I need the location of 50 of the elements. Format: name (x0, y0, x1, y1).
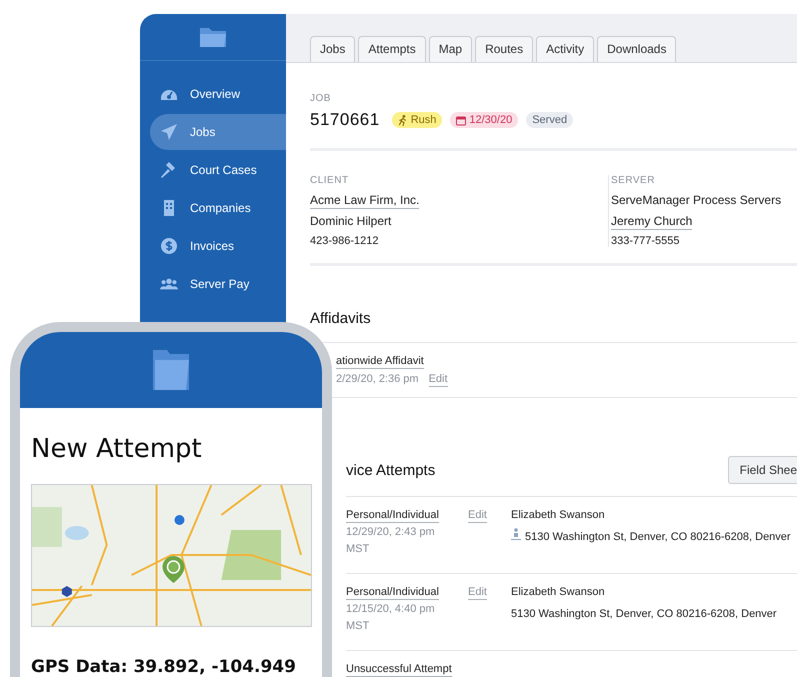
gavel-icon (160, 161, 178, 179)
sidebar-item[interactable]: Invoices (150, 228, 286, 264)
paper-plane-icon (160, 123, 178, 141)
person-pin-icon (511, 528, 521, 540)
attempt-type-link[interactable]: Personal/Individual (346, 586, 439, 600)
sidebar-item[interactable]: Jobs (150, 114, 286, 150)
section-title: vice Attempts (346, 462, 436, 478)
section-label: JOB (310, 93, 332, 104)
tab[interactable]: Downloads (597, 36, 676, 62)
sidebar-item[interactable]: Court Cases (150, 152, 286, 188)
job-number: 5170661 (310, 110, 380, 130)
calendar-icon (456, 114, 466, 126)
status-badge: 12/30/20 (450, 112, 518, 128)
tab[interactable]: Attempts (358, 36, 426, 62)
recipient-name: Elizabeth Swanson (511, 586, 606, 598)
recipient-name: Elizabeth Swanson (511, 509, 606, 521)
folder-icon (151, 348, 191, 392)
status-badge: Served (526, 112, 574, 128)
field-sheet-button[interactable]: Field Shee (728, 456, 797, 484)
section-label: CLIENT (310, 175, 350, 186)
time-zone: MST (346, 620, 370, 632)
attempt-type-link[interactable]: Personal/Individual (346, 509, 439, 523)
sidebar-item[interactable]: Overview (150, 76, 286, 112)
company-link[interactable]: Acme Law Firm, Inc. (310, 193, 420, 209)
affidavit-date: 2/29/20, 2:36 pm (336, 373, 419, 387)
phone-number: 333-777-5555 (611, 235, 681, 247)
folder-icon (198, 25, 228, 49)
tab[interactable]: Jobs (310, 36, 356, 62)
section-label: SERVER (611, 175, 656, 186)
company-name: ServeManager Process Servers (611, 193, 782, 207)
attempt-address: 5130 Washington St, Denver, CO 80216-6208, Denver (511, 608, 777, 620)
attempt-date: 12/29/20, 2:43 pm (346, 526, 436, 538)
tab[interactable]: Map (428, 36, 472, 62)
sidebar-item[interactable]: Companies (150, 190, 286, 226)
phone-number: 423-986-1212 (310, 235, 380, 247)
tab[interactable]: Routes (475, 36, 534, 62)
time-zone: MST (346, 543, 370, 555)
affidavit-link[interactable]: ationwide Affidavit (336, 355, 424, 369)
attempt-address: 5130 Washington St, Denver, CO 80216-6208, Denver (525, 531, 791, 543)
running-person-icon (398, 114, 408, 126)
dollar-coin-icon (160, 237, 178, 255)
status-badge: Rush (392, 112, 442, 128)
contact-name: Dominic Hilpert (310, 214, 392, 228)
page-title: New Attempt (31, 434, 203, 464)
tab[interactable]: Activity (536, 36, 594, 62)
contact-link[interactable]: Jeremy Church (611, 214, 692, 230)
attempt-date: 12/15/20, 4:40 pm (346, 603, 436, 615)
attempt-type-link[interactable]: Unsuccessful Attempt (346, 663, 452, 677)
sidebar-item[interactable]: Server Pay (150, 266, 286, 302)
gps-data: GPS Data: 39.892, -104.949 (31, 657, 297, 677)
